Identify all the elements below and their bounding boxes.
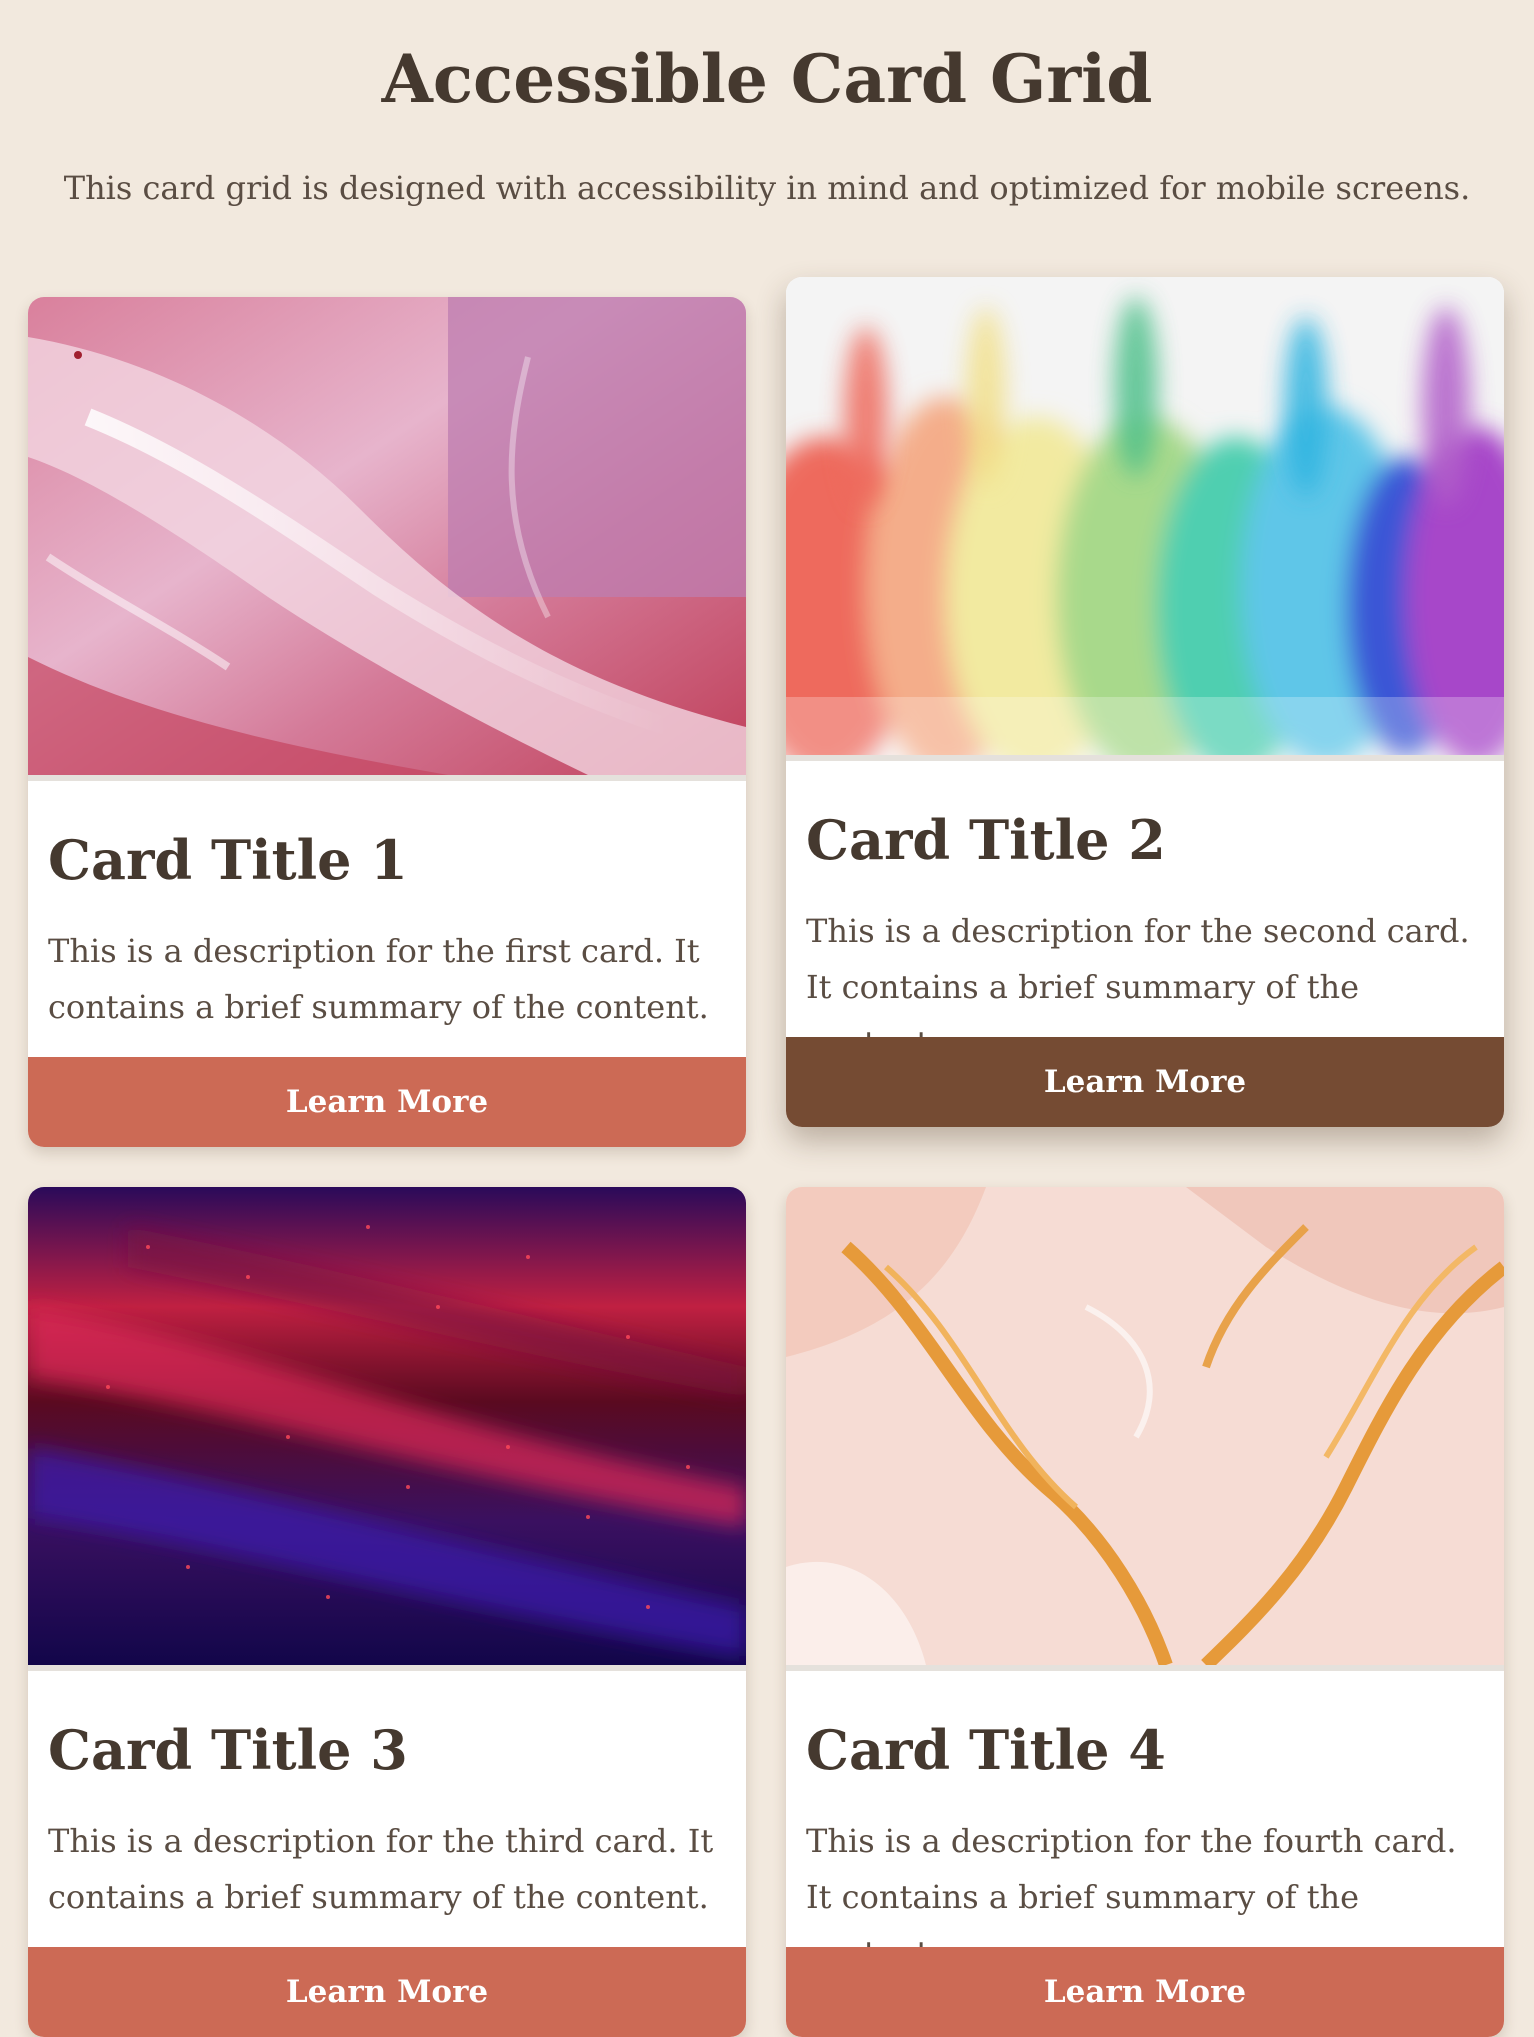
card-title: Card Title 1 — [48, 828, 408, 892]
page-title: Accessible Card Grid — [381, 40, 1153, 118]
page-subtitle: This card grid is designed with accessib… — [63, 169, 1471, 207]
card-image — [28, 1187, 746, 1671]
card-title: Card Title 4 — [806, 1718, 1166, 1782]
card-description: This is a description for the first card… — [48, 932, 709, 1026]
card-3: Card Title 3 This is a description for t… — [28, 1187, 746, 2037]
learn-more-button[interactable]: Learn More — [28, 1057, 746, 1147]
card-title: Card Title 3 — [48, 1718, 408, 1782]
card-title: Card Title 2 — [806, 808, 1166, 872]
card-image — [28, 297, 746, 781]
card-image — [786, 1187, 1504, 1671]
card-image — [786, 277, 1504, 761]
learn-more-button[interactable]: Learn More — [786, 1037, 1504, 1127]
card-1: Card Title 1 This is a description for t… — [28, 297, 746, 1147]
card-description: This is a description for the third card… — [48, 1822, 714, 1916]
learn-more-button[interactable]: Learn More — [786, 1947, 1504, 2037]
card-4: Card Title 4 This is a description for t… — [786, 1187, 1504, 2037]
learn-more-button[interactable]: Learn More — [28, 1947, 746, 2037]
card-2: Card Title 2 This is a description for t… — [786, 277, 1504, 1127]
